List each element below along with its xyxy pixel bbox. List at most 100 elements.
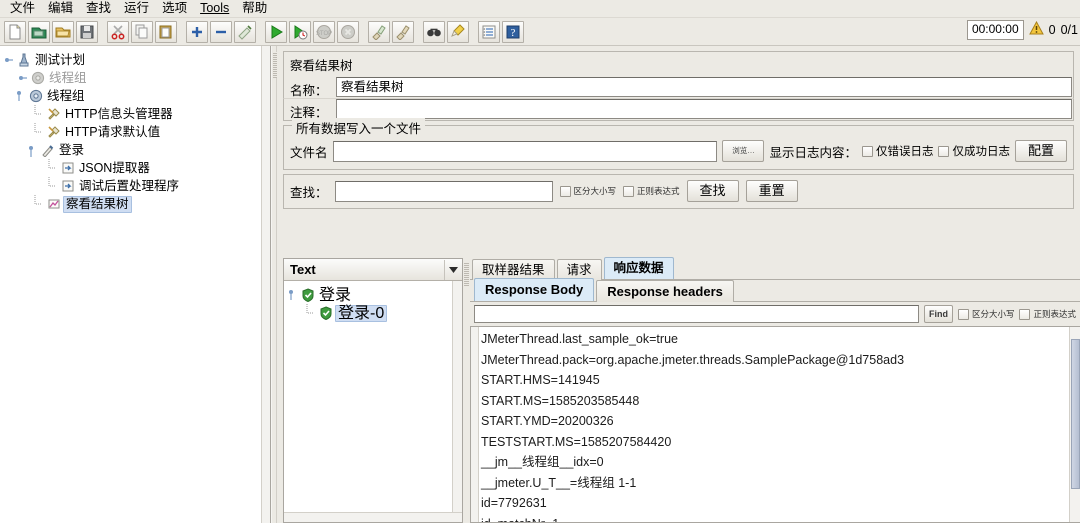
search-icon[interactable] (423, 20, 445, 43)
search-find-button[interactable]: 查找 (686, 180, 739, 202)
comment-input[interactable] (336, 99, 1072, 119)
tree-node-view-results-tree[interactable]: 察看结果树 (0, 195, 270, 213)
toolbar-status-group: 00:00:00 0 0/1 (966, 20, 1078, 40)
result-node-login[interactable]: 登录 (284, 286, 462, 304)
configure-button[interactable]: 配置 (1014, 140, 1067, 162)
menu-item-tools[interactable]: Tools (194, 0, 235, 17)
warning-triangle-icon[interactable] (1028, 20, 1044, 40)
search-input[interactable] (334, 180, 553, 202)
tree-node-debug-postprocessor[interactable]: 调试后置处理程序 (0, 177, 270, 195)
active-thread-count: 0/1 (1060, 23, 1078, 37)
shutdown-icon[interactable] (337, 20, 359, 43)
tree-node-test-plan[interactable]: 测试计划 (0, 51, 270, 69)
subtab-response-body[interactable]: Response Body (474, 278, 595, 301)
menu-item-search[interactable]: 查找 (80, 0, 117, 17)
response-line: TESTSTART.MS=1585207584420 (481, 434, 672, 449)
checkbox-box[interactable] (957, 308, 969, 320)
tree-node-login-request[interactable]: 登录 (0, 141, 270, 159)
expand-handle-icon[interactable] (4, 52, 16, 68)
search-reset-icon[interactable] (447, 20, 469, 43)
stop-icon[interactable]: STOP (313, 20, 335, 43)
find-case-sensitive-checkbox[interactable]: 区分大小写 (957, 308, 1015, 320)
open-folder-icon[interactable] (52, 20, 74, 43)
tree-node-thread-group-disabled[interactable]: 线程组 (0, 69, 270, 87)
svg-text:?: ? (511, 27, 516, 39)
tab-response-data[interactable]: 响应数据 (603, 257, 674, 279)
toggle-icon[interactable] (234, 20, 256, 43)
expand-handle-icon[interactable] (16, 88, 28, 104)
tree-node-label: HTTP信息头管理器 (65, 106, 173, 121)
tree-node-thread-group[interactable]: 线程组 (0, 87, 270, 105)
tree-node-label: 登录 (59, 142, 85, 157)
tree-elbow (304, 304, 318, 322)
results-tree-scrollbar-horizontal[interactable] (284, 512, 462, 522)
menu-item-run[interactable]: 运行 (118, 0, 155, 17)
subtab-response-headers[interactable]: Response headers (596, 280, 734, 302)
tree-node-http-defaults[interactable]: HTTP请求默认值 (0, 123, 270, 141)
menu-item-edit[interactable]: 编辑 (42, 0, 79, 17)
open-template-icon[interactable] (28, 20, 50, 43)
errors-only-checkbox[interactable]: 仅错误日志 (861, 143, 933, 159)
menu-item-help[interactable]: 帮助 (236, 0, 273, 17)
response-body-text[interactable]: JMeterThread.last_sample_ok=true JMeterT… (470, 326, 1080, 523)
help-icon[interactable]: ? (502, 20, 524, 43)
thread-group-icon (30, 70, 47, 86)
success-only-checkbox[interactable]: 仅成功日志 (938, 143, 1010, 159)
find-button[interactable]: Find (923, 305, 953, 323)
expand-handle-icon[interactable] (288, 287, 300, 303)
expand-plus-icon[interactable] (186, 20, 208, 43)
success-shield-icon (300, 287, 317, 303)
checkbox-box[interactable] (861, 145, 873, 157)
find-input[interactable] (474, 305, 919, 323)
collapse-minus-icon[interactable] (210, 20, 232, 43)
tree-scrollbar-vertical[interactable] (261, 46, 270, 523)
copy-icon[interactable] (131, 20, 153, 43)
search-label: 查找： (290, 185, 328, 200)
search-case-sensitive-checkbox[interactable]: 区分大小写 (559, 185, 617, 197)
results-split-divider[interactable] (463, 258, 470, 523)
http-request-icon (40, 142, 57, 158)
checkbox-box[interactable] (938, 145, 950, 157)
comment-label: 注释： (290, 106, 328, 120)
checkbox-box[interactable] (623, 185, 635, 197)
checkbox-box[interactable] (1019, 308, 1031, 320)
tree-node-json-extractor[interactable]: JSON提取器 (0, 159, 270, 177)
new-file-icon[interactable] (4, 20, 26, 43)
tab-request[interactable]: 请求 (556, 259, 602, 280)
response-line: JMeterThread.last_sample_ok=true (481, 332, 678, 346)
tab-sampler-result[interactable]: 取样器结果 (472, 259, 555, 280)
tree-elbow (32, 105, 46, 123)
result-node-login-0[interactable]: 登录-0 (284, 304, 462, 322)
name-input[interactable]: 察看结果树 (336, 77, 1072, 97)
tree-elbow (46, 159, 60, 177)
results-tree-scrollbar-vertical[interactable] (452, 281, 462, 512)
browse-button[interactable]: 浏览… (722, 140, 765, 162)
search-case-sensitive-label: 区分大小写 (573, 186, 617, 196)
filename-input[interactable] (332, 140, 718, 162)
search-reset-button[interactable]: 重置 (745, 180, 798, 202)
search-regex-checkbox[interactable]: 正则表达式 (623, 185, 680, 197)
start-no-timers-icon[interactable] (289, 20, 311, 43)
find-case-sensitive-label: 区分大小写 (971, 309, 1015, 319)
save-icon[interactable] (76, 20, 98, 43)
menu-item-file[interactable]: 文件 (4, 0, 41, 17)
expand-handle-icon[interactable] (18, 70, 30, 86)
scrollbar-thumb[interactable] (1071, 339, 1080, 489)
tree-elbow (32, 195, 46, 213)
tree-node-header-manager[interactable]: HTTP信息头管理器 (0, 105, 270, 123)
chevron-down-icon[interactable] (444, 259, 462, 280)
checkbox-box[interactable] (559, 185, 571, 197)
find-regex-checkbox[interactable]: 正则表达式 (1019, 308, 1076, 320)
clear-all-icon[interactable] (392, 20, 414, 43)
clear-icon[interactable] (368, 20, 390, 43)
renderer-combo[interactable]: Text (284, 259, 462, 281)
function-helper-icon[interactable] (478, 20, 500, 43)
expand-handle-icon[interactable] (28, 142, 40, 158)
elapsed-timer: 00:00:00 (966, 20, 1024, 40)
menu-item-options[interactable]: 选项 (156, 0, 193, 17)
cut-icon[interactable] (107, 20, 129, 43)
paste-icon[interactable] (155, 20, 177, 43)
start-icon[interactable] (265, 20, 287, 43)
response-body-scrollbar-vertical[interactable] (1069, 327, 1080, 522)
post-processor-icon (60, 178, 77, 194)
